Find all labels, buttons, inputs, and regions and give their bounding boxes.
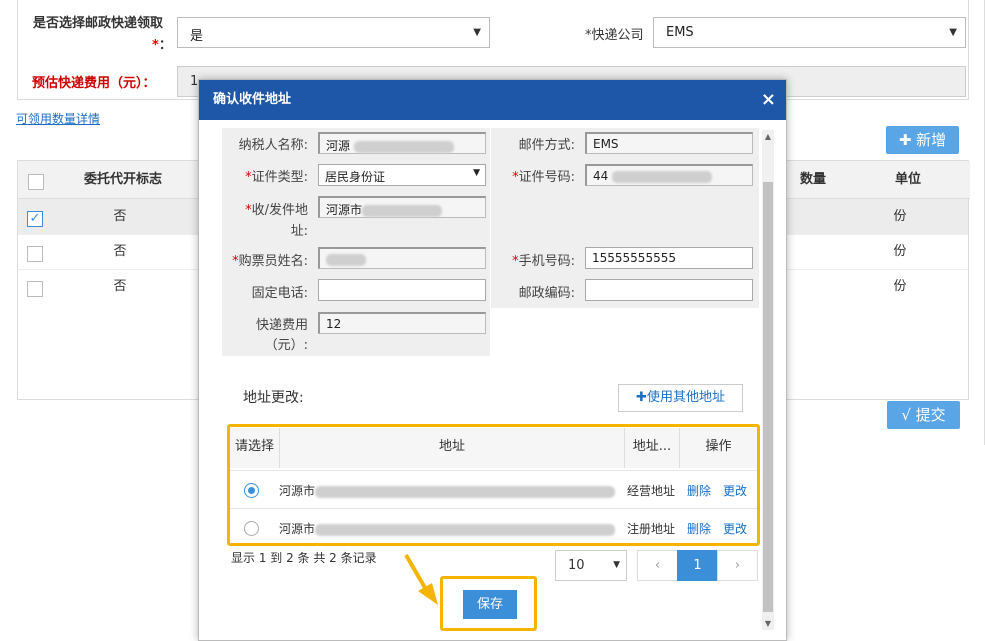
- courier-fee-label-2: （元）:: [222, 334, 314, 353]
- row-flag: 否: [113, 244, 127, 259]
- scrollbar-thumb[interactable]: [763, 182, 773, 612]
- prev-page-button[interactable]: ‹: [637, 550, 678, 581]
- submit-button[interactable]: √ 提交: [887, 401, 960, 429]
- dialog-scrollbar[interactable]: ▲ ▼: [762, 130, 774, 630]
- column-header-quantity: 数量: [799, 172, 826, 187]
- row-flag: 否: [113, 209, 127, 224]
- chevron-down-icon: ▼: [473, 27, 481, 38]
- address-table-highlight: [227, 424, 760, 546]
- row-checkbox[interactable]: [27, 281, 43, 297]
- add-button[interactable]: ✚ 新增: [886, 126, 959, 154]
- row-checkbox[interactable]: [27, 246, 43, 262]
- id-number-label: *证件号码:: [491, 166, 581, 185]
- chevron-down-icon: ▼: [613, 560, 620, 570]
- chevron-down-icon: ▼: [949, 27, 957, 38]
- dialog-title: 确认收件地址: [213, 92, 292, 107]
- courier-fee-field: 12: [318, 312, 486, 334]
- taxpayer-field: 河源: [318, 132, 486, 154]
- row-unit: 份: [893, 244, 907, 259]
- id-type-select[interactable]: 居民身份证 ▼: [318, 164, 486, 186]
- postal-question-label: 是否选择邮政快递领取: [33, 16, 164, 31]
- buyer-name-label: *购票员姓名:: [222, 250, 314, 269]
- buyer-name-field: [318, 247, 486, 269]
- column-header-flag: 委托代开标志: [83, 172, 162, 187]
- landline-label: 固定电话:: [222, 282, 314, 301]
- page-1-button[interactable]: 1: [677, 550, 718, 581]
- quantity-detail-link[interactable]: 可领用数量详情: [16, 110, 100, 127]
- courier-label: *快递公司: [585, 28, 644, 43]
- address-label-2: 址:: [222, 220, 314, 239]
- column-header-unit: 单位: [894, 172, 921, 187]
- postal-select[interactable]: 是 ▼: [177, 17, 490, 48]
- landline-input[interactable]: [318, 279, 486, 301]
- zipcode-label: 邮政编码:: [491, 282, 581, 301]
- zipcode-input[interactable]: [585, 279, 753, 301]
- use-other-address-button[interactable]: ✚使用其他地址: [618, 384, 743, 412]
- id-type-label: *证件类型:: [222, 166, 314, 185]
- scroll-down-icon[interactable]: ▼: [762, 619, 774, 628]
- select-all-checkbox[interactable]: [28, 174, 44, 190]
- id-number-field: 44: [585, 164, 753, 186]
- taxpayer-label: 纳税人名称:: [222, 134, 314, 153]
- mail-method-field: EMS: [585, 132, 753, 154]
- address-change-title: 地址更改:: [243, 390, 304, 406]
- postal-question-required: *：: [152, 38, 172, 53]
- phone-label: *手机号码:: [491, 250, 581, 269]
- pager-info: 显示 1 到 2 条 共 2 条记录: [231, 551, 377, 565]
- mail-method-label: 邮件方式:: [491, 134, 581, 153]
- phone-input[interactable]: 15555555555: [585, 247, 753, 269]
- plus-icon: ✚: [898, 131, 912, 149]
- fee-estimate-label: 预估快递费用（元）：: [32, 76, 156, 91]
- close-icon[interactable]: ×: [761, 80, 776, 120]
- courier-select[interactable]: EMS ▼: [653, 17, 966, 48]
- row-unit: 份: [893, 279, 907, 294]
- row-flag: 否: [113, 279, 127, 294]
- plus-icon: ✚: [636, 390, 647, 405]
- next-page-button[interactable]: ›: [717, 550, 758, 581]
- save-button[interactable]: 保存: [463, 590, 517, 619]
- page-size-select[interactable]: 10 ▼: [555, 550, 627, 581]
- scroll-up-icon[interactable]: ▲: [762, 132, 774, 141]
- row-unit: 份: [893, 209, 907, 224]
- courier-fee-label: 快递费用: [222, 314, 314, 333]
- dialog-header: 确认收件地址 ×: [199, 80, 786, 120]
- address-field: 河源市: [318, 196, 486, 218]
- address-label: *收/发件地: [222, 199, 314, 218]
- chevron-down-icon: ▼: [473, 168, 480, 178]
- row-checkbox[interactable]: ✓: [27, 211, 43, 227]
